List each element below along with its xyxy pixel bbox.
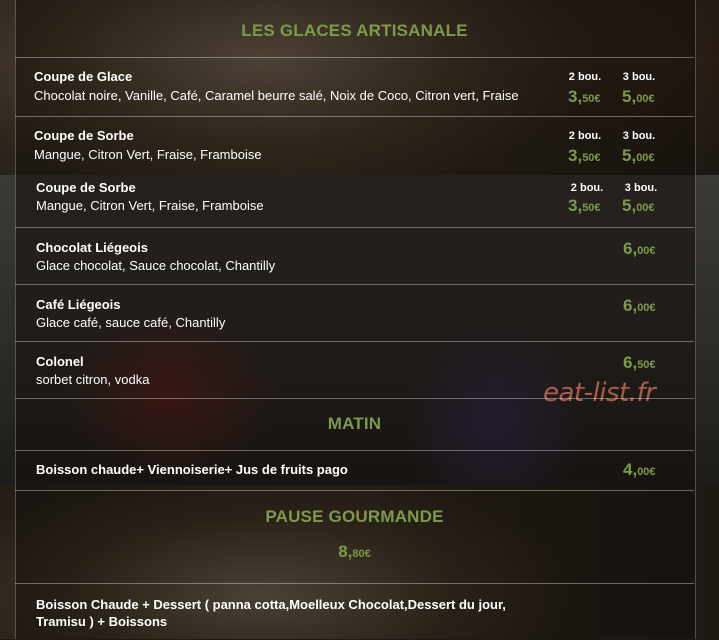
price-two-scoops: 3,50€ — [568, 146, 601, 165]
price-three-scoops: 5,00€ — [622, 146, 655, 165]
item-description: Glace café, sauce café, Chantilly — [36, 315, 226, 330]
item-description: sorbet citron, vodka — [36, 372, 150, 387]
size-label-three-scoops: 3 bou. — [622, 130, 656, 142]
size-label-two-scoops: 2 bou. — [568, 130, 602, 142]
item-name: Boisson chaude+ Viennoiserie+ Jus de fru… — [36, 462, 348, 477]
price-two-scoops: 3,50€ — [568, 196, 601, 215]
item-price: 6,00€ — [623, 296, 656, 315]
item-description: Chocolat noire, Vanille, Café, Caramel b… — [34, 88, 519, 103]
section-title-glaces: LES GLACES ARTISANALE — [241, 21, 468, 40]
item-name: Café Liégeois — [36, 297, 121, 312]
item-name: Coupe de Sorbe — [36, 180, 136, 195]
price-two-scoops: 3,50€ — [568, 87, 601, 106]
item-description: Mangue, Citron Vert, Fraise, Framboise — [36, 198, 264, 213]
price-three-scoops: 5,00€ — [622, 196, 655, 215]
item-price: 6,50€ — [623, 353, 656, 372]
item-name: Coupe de Glace — [34, 69, 133, 84]
size-label-three-scoops: 3 bou. — [622, 71, 656, 83]
item-name-line2: Tramisu ) + Boissons — [36, 614, 168, 629]
item-name: Coupe de Sorbe — [34, 128, 134, 143]
price-three-scoops: 5,00€ — [622, 87, 655, 106]
menu-item-row: Boisson Chaude + Dessert ( panna cotta,M… — [15, 583, 694, 640]
item-price: 6,00€ — [623, 239, 656, 258]
item-name: Colonel — [36, 354, 84, 369]
item-name: Chocolat Liégeois — [36, 240, 148, 255]
menu-item-row: Café Liégeois Glace café, sauce café, Ch… — [15, 284, 694, 342]
menu-item-row: Coupe de Sorbe Mangue, Citron Vert, Frai… — [15, 175, 694, 227]
item-description: Glace chocolat, Sauce chocolat, Chantill… — [36, 258, 276, 273]
menu-item-row: Boisson chaude+ Viennoiserie+ Jus de fru… — [15, 450, 694, 491]
item-price: 4,00€ — [623, 460, 656, 479]
menu-item-row: Coupe de Sorbe Mangue, Citron Vert, Frai… — [15, 116, 694, 176]
menu-item-row: Chocolat Liégeois Glace chocolat, Sauce … — [15, 227, 694, 285]
item-description: Mangue, Citron Vert, Fraise, Framboise — [34, 147, 262, 162]
pause-gourmande-price: 8,80€ — [338, 542, 371, 561]
section-title-matin: MATIN — [327, 414, 382, 433]
size-label-three-scoops: 3 bou. — [624, 182, 658, 194]
size-label-two-scoops: 2 bou. — [568, 71, 602, 83]
size-label-two-scoops: 2 bou. — [570, 182, 604, 194]
item-name-line1: Boisson Chaude + Dessert ( panna cotta,M… — [36, 597, 506, 612]
section-header-row — [15, 490, 694, 584]
menu-item-row: Coupe de Glace Chocolat noire, Vanille, … — [15, 57, 694, 117]
section-title-pause-gourmande: PAUSE GOURMANDE — [265, 507, 444, 526]
